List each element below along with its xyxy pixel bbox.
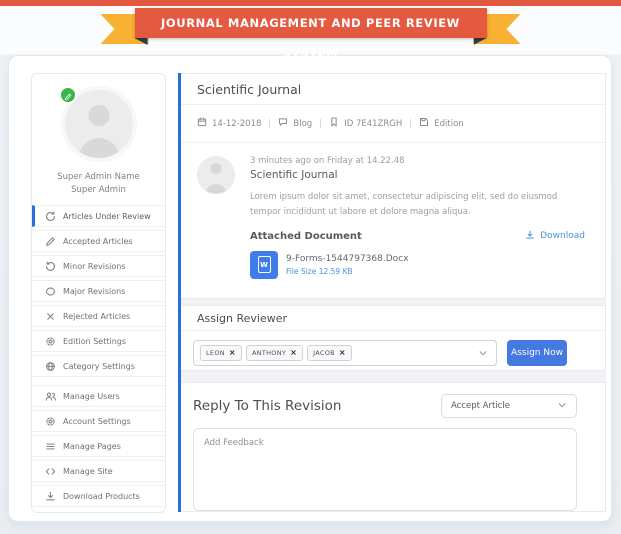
reply-section: Reply To This Revision Accept Article	[181, 382, 606, 512]
app-title: JOURNAL MANAGEMENT AND PEER REVIEW SYSTE…	[134, 8, 487, 60]
meta-id: ID 7E41ZRGH	[329, 117, 402, 130]
rotate-ccw-icon	[45, 261, 56, 272]
reviewer-tag: ANTHONY ×	[245, 345, 304, 362]
sidebar-item-account-settings[interactable]: Account Settings	[32, 410, 165, 433]
remove-tag-icon[interactable]: ×	[339, 349, 346, 357]
users-icon	[45, 391, 56, 402]
sidebar-item-manage-users[interactable]: Manage Users	[32, 385, 165, 408]
bookmark-icon	[329, 117, 339, 130]
sidebar-item-manage-site[interactable]: Manage Site	[32, 460, 165, 483]
file-size: File Size 12.59 KB	[286, 266, 353, 276]
file-name: 9-Forms-1544797368.Docx	[286, 253, 409, 264]
download-link[interactable]: Download	[525, 230, 585, 243]
reviewer-multiselect[interactable]: LEON × ANTHONY × JACOB ×	[193, 340, 497, 367]
sidebar-item-rejected-articles[interactable]: Rejected Articles	[32, 305, 165, 328]
profile-role: Super Admin	[71, 185, 126, 196]
refresh-icon	[45, 286, 56, 297]
sidebar-item-major-revisions[interactable]: Major Revisions	[32, 280, 165, 303]
assign-now-button[interactable]: Assign Now	[507, 340, 567, 367]
gear-icon	[45, 336, 56, 347]
gear-icon	[45, 416, 56, 427]
assign-reviewer-heading: Assign Reviewer	[181, 306, 605, 332]
author-avatar	[197, 156, 235, 194]
globe-icon	[45, 361, 56, 372]
page: JOURNAL MANAGEMENT AND PEER REVIEW SYSTE…	[0, 0, 621, 534]
post-body: Lorem ipsum dolor sit amet, consectetur …	[250, 192, 558, 217]
sidebar-item-download-products[interactable]: Download Products	[32, 485, 165, 508]
meta-date: 14-12-2018	[197, 117, 261, 130]
post-timestamp: 3 minutes ago on Friday at 14.22.48	[250, 156, 405, 166]
article-section: Scientific Journal 14-12-2018 Blog ID 7E…	[181, 73, 606, 300]
chevron-down-icon	[557, 400, 567, 413]
chat-icon	[278, 117, 288, 130]
feedback-textarea[interactable]	[193, 428, 577, 511]
attached-document-label: Attached Document	[250, 230, 362, 242]
profile-name: Super Admin Name	[57, 172, 140, 182]
meta-type: Blog	[278, 117, 312, 130]
post-block: 3 minutes ago on Friday at 14.22.48 Scie…	[181, 143, 605, 279]
assign-reviewer-section: Assign Reviewer LEON × ANTHONY × JACOB ×…	[181, 305, 606, 371]
reviewer-tag: JACOB ×	[307, 345, 352, 362]
sidebar-item-accepted-articles[interactable]: Accepted Articles	[32, 230, 165, 253]
profile-block: Super Admin Name Super Admin	[32, 74, 165, 197]
chevron-down-icon[interactable]	[478, 348, 488, 358]
app-banner: JOURNAL MANAGEMENT AND PEER REVIEW SYSTE…	[0, 6, 621, 60]
reviewer-tag: LEON ×	[200, 345, 242, 362]
sidebar-item-edition-settings[interactable]: Edition Settings	[32, 330, 165, 353]
word-file-icon: W	[250, 250, 278, 279]
reply-heading: Reply To This Revision	[193, 398, 342, 414]
decision-dropdown[interactable]: Accept Article	[441, 394, 577, 418]
code-icon	[45, 466, 56, 477]
sidebar: Super Admin Name Super Admin Articles Un…	[31, 73, 166, 513]
rotate-cw-icon	[45, 211, 56, 222]
post-title: Scientific Journal	[250, 169, 338, 181]
content-card: Super Admin Name Super Admin Articles Un…	[8, 55, 612, 522]
remove-tag-icon[interactable]: ×	[290, 349, 297, 357]
attached-file[interactable]: W 9-Forms-1544797368.Docx File Size 12.5…	[250, 250, 585, 279]
calendar-icon	[197, 117, 207, 130]
sidebar-menu: Articles Under Review Accepted Articles …	[32, 205, 165, 508]
sidebar-item-manage-pages[interactable]: Manage Pages	[32, 435, 165, 458]
save-icon	[419, 117, 429, 130]
sidebar-item-minor-revisions[interactable]: Minor Revisions	[32, 255, 165, 278]
meta-row: 14-12-2018 Blog ID 7E41ZRGH Edition	[181, 105, 605, 143]
journal-title: Scientific Journal	[181, 74, 605, 105]
remove-tag-icon[interactable]: ×	[229, 349, 236, 357]
x-icon	[45, 311, 56, 322]
edit-profile-button[interactable]	[58, 86, 77, 105]
list-icon	[45, 441, 56, 452]
sidebar-item-category-settings[interactable]: Category Settings	[32, 355, 165, 378]
pencil-icon	[64, 86, 72, 105]
meta-edition: Edition	[419, 117, 464, 130]
edit-icon	[45, 236, 56, 247]
download-icon	[525, 230, 535, 243]
sidebar-item-articles-under-review[interactable]: Articles Under Review	[32, 205, 165, 228]
download-icon	[45, 491, 56, 502]
main-panel: Scientific Journal 14-12-2018 Blog ID 7E…	[178, 73, 606, 512]
